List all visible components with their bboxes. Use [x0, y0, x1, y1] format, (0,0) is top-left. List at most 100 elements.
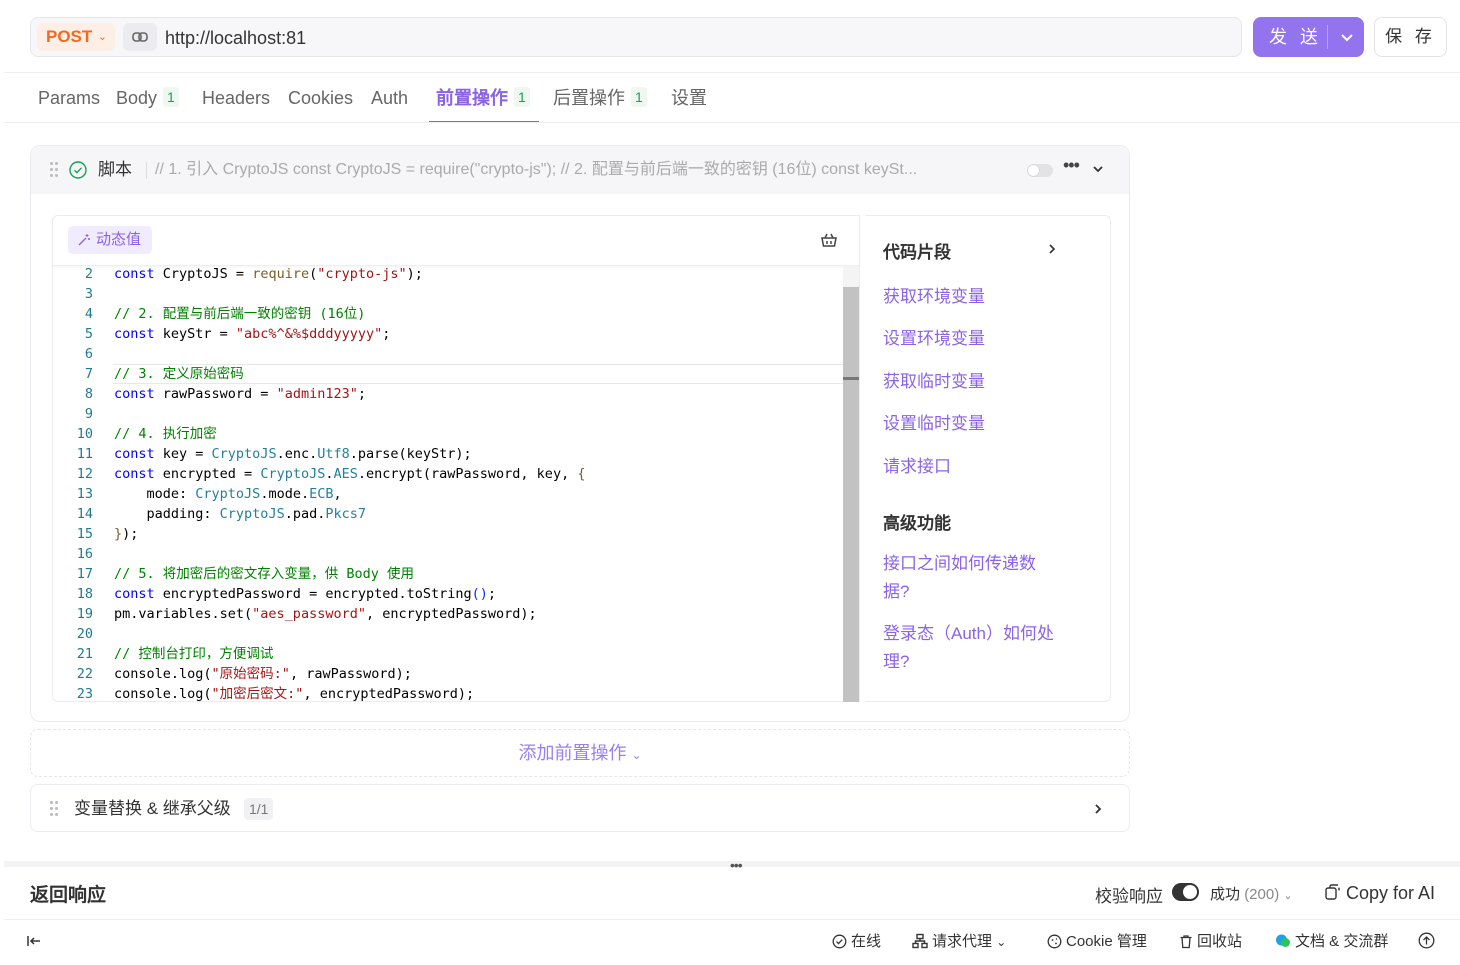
script-title: 脚本	[98, 160, 132, 179]
variable-replace-row[interactable]: 变量替换 & 继承父级 1/1	[30, 784, 1130, 832]
code-line[interactable]: mode: CryptoJS.mode.ECB,	[114, 484, 342, 504]
chevron-down-icon: ⌄	[631, 748, 642, 762]
code-editor[interactable]: 动态值 2 const CryptoJS = require("crypto-js…	[52, 215, 860, 702]
tab-count-badge: 1	[514, 87, 530, 107]
code-line[interactable]: const keyStr = "abc%^&%$dddyyyyy";	[114, 324, 390, 344]
response-title: 返回响应	[30, 885, 107, 906]
tab-params[interactable]: Params	[38, 76, 100, 122]
code-line[interactable]: });	[114, 524, 138, 544]
code-line[interactable]: pm.variables.set("aes_password", encrypt…	[114, 604, 537, 624]
line-number: 3	[84, 286, 93, 302]
tab-headers[interactable]: Headers	[202, 76, 270, 122]
snippet-request[interactable]: 请求接口	[883, 453, 1073, 481]
collapse-sidebar-icon[interactable]	[26, 920, 46, 964]
variable-count-badge: 1/1	[244, 798, 274, 820]
code-line[interactable]: padding: CryptoJS.pad.Pkcs7	[114, 504, 366, 524]
line-number: 8	[84, 386, 93, 402]
online-status[interactable]: 在线	[832, 920, 881, 964]
separator	[146, 162, 147, 179]
chevron-right-icon[interactable]	[1091, 802, 1105, 816]
network-icon	[912, 933, 928, 949]
chevron-right-icon[interactable]	[1045, 242, 1059, 256]
tab-settings[interactable]: 设置	[671, 76, 707, 122]
cookie-icon	[1047, 934, 1062, 949]
save-button[interactable]: 保 存	[1374, 17, 1447, 57]
magic-wand-icon	[78, 234, 90, 246]
drag-handle-icon[interactable]	[50, 162, 60, 178]
verify-response-toggle[interactable]	[1172, 883, 1199, 901]
code-line[interactable]: const CryptoJS = require("crypto-js");	[114, 268, 423, 284]
tab-body[interactable]: Body 1	[116, 76, 179, 122]
code-line[interactable]: const rawPassword = "admin123";	[114, 384, 366, 404]
recycle-bin[interactable]: 回收站	[1179, 920, 1242, 964]
api-client-window: POST ⌄ http://localhost:81 发 送 保 存 Param…	[4, 0, 1460, 965]
code-line[interactable]: console.log("加密后密文:", encryptedPassword)…	[114, 684, 474, 702]
resize-handle-icon[interactable]: •••	[730, 857, 743, 873]
code-line[interactable]: // 4. 执行加密	[114, 424, 217, 444]
line-number: 12	[76, 466, 93, 482]
response-status-select[interactable]: 成功 (200) ⌄	[1210, 883, 1293, 904]
enable-toggle[interactable]	[1027, 164, 1053, 177]
script-card-header[interactable]: 脚本 // 1. 引入 CryptoJS const CryptoJS = re…	[31, 146, 1129, 194]
copy-for-ai-button[interactable]: Copy for AI	[1324, 883, 1435, 904]
add-pre-action-button[interactable]: 添加前置操作 ⌄	[30, 729, 1130, 777]
more-icon[interactable]: •••	[1063, 155, 1080, 176]
code-line[interactable]: const encrypted = CryptoJS.AES.encrypt(r…	[114, 464, 585, 484]
tab-cookies[interactable]: Cookies	[288, 76, 353, 122]
tab-pre-actions[interactable]: 前置操作 1	[436, 76, 530, 122]
snippet-get-env[interactable]: 获取环境变量	[883, 283, 1073, 311]
code-area[interactable]: 2 const CryptoJS = require("crypto-js"); 3…	[53, 268, 843, 702]
chevron-down-icon[interactable]	[1091, 162, 1105, 176]
send-button[interactable]: 发 送	[1253, 17, 1364, 57]
code-line[interactable]: console.log("原始密码:", rawPassword);	[114, 664, 412, 684]
tab-post-actions[interactable]: 后置操作 1	[553, 76, 647, 122]
chevron-down-icon: ⌄	[97, 31, 107, 43]
code-line[interactable]: const key = CryptoJS.enc.Utf8.parse(keyS…	[114, 444, 472, 464]
basket-icon[interactable]	[819, 230, 839, 250]
drag-handle-icon[interactable]	[50, 801, 60, 817]
script-card: 脚本 // 1. 引入 CryptoJS const CryptoJS = re…	[30, 145, 1130, 722]
chat-bubble-icon	[1276, 934, 1290, 947]
cookie-manager[interactable]: Cookie 管理	[1047, 920, 1147, 964]
chevron-down-icon[interactable]	[1335, 25, 1359, 49]
tab-count-badge: 1	[631, 87, 647, 107]
docs-community[interactable]: 文档 & 交流群	[1275, 920, 1388, 964]
tab-auth[interactable]: Auth	[371, 76, 408, 122]
code-line[interactable]: // 2. 配置与前后端一致的密钥 (16位)	[114, 304, 365, 324]
verify-response-label: 校验响应	[1095, 887, 1163, 906]
request-proxy-menu[interactable]: 请求代理 ⌄	[912, 920, 1006, 964]
code-line[interactable]: // 控制台打印，方便调试	[114, 644, 273, 664]
advanced-header: 高级功能	[883, 514, 951, 533]
code-line[interactable]: // 3. 定义原始密码	[114, 364, 244, 384]
snippet-get-temp[interactable]: 获取临时变量	[883, 368, 1073, 396]
line-number: 13	[76, 486, 93, 502]
code-line[interactable]: // 5. 将加密后的密文存入变量，供 Body 使用	[114, 564, 414, 584]
send-label: 发 送	[1269, 27, 1323, 47]
chevron-down-icon: ⌄	[996, 935, 1007, 949]
check-circle-icon	[832, 934, 847, 949]
trash-icon	[1180, 935, 1192, 949]
line-number: 7	[84, 366, 93, 382]
tab-count-badge: 1	[163, 87, 179, 107]
line-number: 19	[76, 606, 93, 622]
upload-arrow-icon[interactable]	[1418, 920, 1439, 964]
advanced-pass-data[interactable]: 接口之间如何传递数据?	[883, 550, 1053, 606]
code-line[interactable]: const encryptedPassword = encrypted.toSt…	[114, 584, 496, 604]
line-number: 20	[76, 626, 93, 642]
line-number: 16	[76, 546, 93, 562]
snippet-set-env[interactable]: 设置环境变量	[883, 325, 1073, 353]
dynamic-value-button[interactable]: 动态值	[68, 226, 152, 254]
editor-toolbar: 动态值	[53, 216, 859, 266]
line-number: 23	[76, 686, 93, 702]
editor-scrollbar[interactable]	[843, 266, 859, 702]
divider	[4, 72, 1460, 73]
line-number: 22	[76, 666, 93, 682]
line-number: 6	[84, 346, 93, 362]
url-input[interactable]: http://localhost:81	[165, 18, 306, 58]
request-bar: POST ⌄ http://localhost:81 发 送 保 存	[30, 17, 1450, 57]
method-select[interactable]: POST ⌄	[37, 23, 115, 51]
advanced-auth[interactable]: 登录态（Auth）如何处理?	[883, 620, 1068, 676]
snippet-set-temp[interactable]: 设置临时变量	[883, 410, 1073, 438]
link-icon[interactable]	[123, 23, 157, 51]
script-preview: // 1. 引入 CryptoJS const CryptoJS = requi…	[155, 161, 918, 178]
